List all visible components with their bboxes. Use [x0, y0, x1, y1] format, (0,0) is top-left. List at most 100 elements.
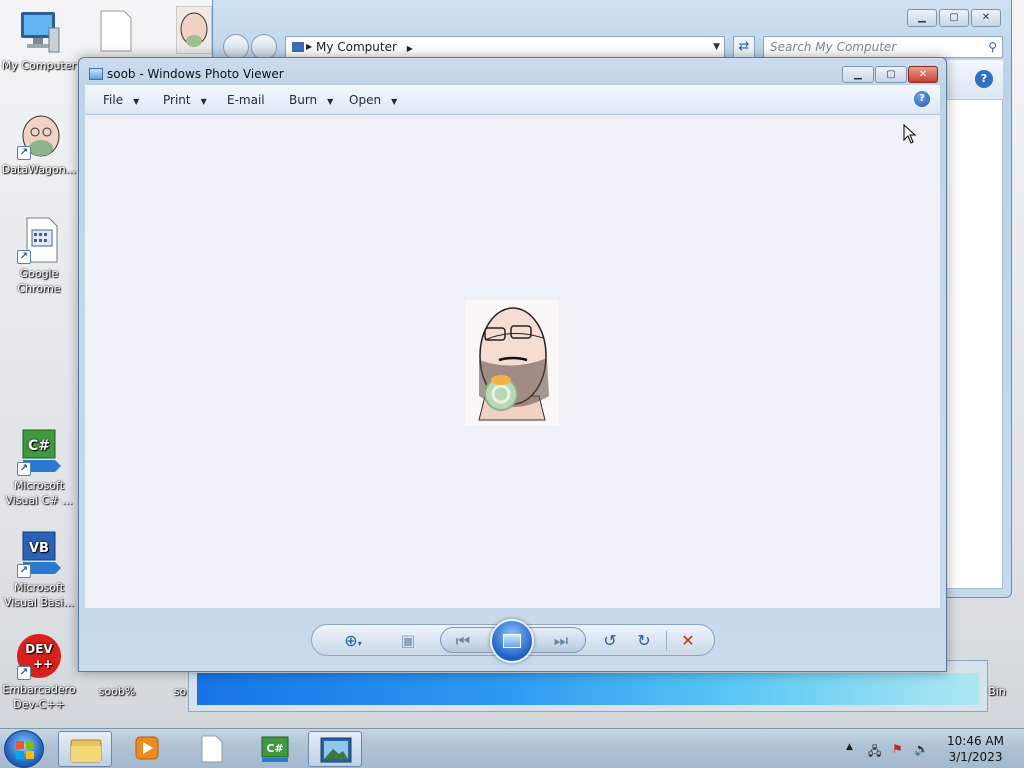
window-title: soob - Windows Photo Viewer	[107, 67, 284, 81]
delete-icon[interactable]: ✕	[676, 629, 700, 653]
slideshow-icon	[503, 634, 521, 648]
devcpp-icon: DEV ++ ↗	[15, 632, 63, 680]
menu-burn[interactable]: Burn ▼	[289, 85, 333, 115]
refresh-button[interactable]: ⇄	[733, 36, 755, 58]
desktop-icon-label: Microsoft Visual C# ...	[5, 479, 73, 507]
desktop-icon-avatar[interactable]	[176, 6, 212, 54]
svg-text:C#: C#	[28, 438, 50, 454]
computer-icon	[292, 42, 304, 52]
desktop-icon-visual-basic[interactable]: VB ↗ Microsoft Visual Basi...	[0, 530, 78, 610]
desktop-icon-devcpp[interactable]: DEV ++ ↗ Embarcadero Dev-C++	[0, 632, 78, 712]
computer-icon	[15, 8, 63, 56]
avatar-icon	[180, 12, 208, 47]
shortcut-arrow-icon: ↗	[17, 564, 31, 578]
chevron-right-icon: ▶	[406, 44, 413, 53]
explorer-caption-buttons: ▁ ▢ ✕	[907, 9, 1001, 27]
minimize-button[interactable]: ▁	[907, 9, 937, 27]
action-center-icon[interactable]: ⚑	[892, 742, 903, 756]
datawagon-icon: ↗	[15, 112, 63, 160]
breadcrumb[interactable]: My Computer	[316, 40, 397, 54]
clock-time: 10:46 AM	[947, 734, 1004, 748]
photo-viewer-icon	[320, 737, 352, 763]
volume-icon[interactable]: 🔊	[914, 742, 929, 756]
chevron-right-icon: ▶	[306, 42, 313, 51]
slideshow-button[interactable]	[490, 619, 534, 663]
desktop-icon-soob[interactable]: soob%	[78, 684, 156, 699]
help-icon[interactable]: ?	[975, 70, 993, 88]
menu-item-label: E-mail	[227, 93, 265, 107]
help-icon[interactable]: ?	[914, 91, 930, 107]
desktop-icon-my-computer[interactable]: My Computer	[0, 8, 78, 73]
image-canvas[interactable]	[85, 115, 940, 608]
menu-email[interactable]: E-mail	[227, 85, 265, 115]
shortcut-arrow-icon: ↗	[17, 146, 31, 160]
minimize-button[interactable]: ▁	[842, 66, 874, 83]
search-placeholder: Search My Computer	[770, 40, 897, 54]
document-icon: ↗	[15, 216, 63, 264]
network-icon[interactable]: 🖧	[868, 742, 881, 763]
clock-date: 3/1/2023	[948, 750, 1003, 764]
visual-csharp-icon: C# ↗	[15, 428, 63, 476]
desktop-icon-label: Embarcadero Dev-C++	[2, 683, 76, 711]
menu-bar: File ▼ Print ▼ E-mail Burn ▼ Open ▼	[85, 85, 940, 115]
visual-basic-icon: VB ↗	[15, 530, 63, 578]
next-icon[interactable]: ⏭	[549, 629, 573, 653]
maximize-button[interactable]: ▢	[875, 66, 907, 83]
desktop-icon-label: DataWagon...	[1, 163, 77, 176]
desktop-icon-label: soob%	[98, 685, 136, 698]
menu-item-label: File	[103, 93, 124, 107]
taskbar-media-player[interactable]	[120, 731, 174, 767]
chevron-down-icon: ▼	[133, 97, 140, 106]
close-button[interactable]: ✕	[971, 9, 1001, 27]
photo-viewer-window[interactable]: soob - Windows Photo Viewer ▁ ▢ ✕ File ▼ …	[78, 57, 947, 672]
maximize-button[interactable]: ▢	[939, 9, 969, 27]
chevron-down-icon: ▼	[391, 97, 398, 106]
chevron-down-icon: ▼	[327, 97, 334, 106]
desktop-icon-datawagon[interactable]: ↗ DataWagon...	[0, 112, 78, 177]
taskbar-visual-csharp[interactable]: C#	[248, 731, 302, 767]
visual-csharp-icon: C#	[261, 736, 289, 762]
taskbar-document[interactable]	[184, 731, 238, 767]
svg-text:DEV: DEV	[25, 642, 53, 656]
folder-icon	[70, 739, 102, 763]
svg-text:VB: VB	[29, 541, 49, 556]
background-app-banner	[197, 673, 979, 705]
chevron-down-icon: ▾	[357, 639, 362, 648]
desktop-icon-blank-document[interactable]	[100, 10, 132, 52]
svg-text:C#: C#	[266, 742, 283, 755]
actual-size-icon[interactable]: ▣	[396, 629, 420, 653]
menu-item-label: Print	[163, 93, 191, 107]
menu-open[interactable]: Open ▼	[349, 85, 397, 115]
shortcut-arrow-icon: ↗	[17, 666, 31, 680]
zoom-icon[interactable]: ⊕▾	[336, 629, 370, 653]
separator	[666, 631, 667, 651]
chevron-down-icon[interactable]: ▼	[713, 37, 720, 57]
menu-print[interactable]: Print ▼	[163, 85, 207, 115]
desktop-icon-google-chrome[interactable]: ↗ Google Chrome	[0, 216, 78, 296]
taskbar-windows-explorer[interactable]	[58, 731, 112, 767]
shortcut-arrow-icon: ↗	[17, 462, 31, 476]
taskbar-photo-viewer[interactable]	[308, 731, 362, 767]
close-button[interactable]: ✕	[908, 66, 938, 83]
desktop-icon-label: Microsoft Visual Basi...	[4, 581, 74, 609]
rotate-counterclockwise-icon[interactable]: ↺	[598, 629, 622, 653]
desktop-icon-label: Google Chrome	[17, 267, 61, 295]
rotate-clockwise-icon[interactable]: ↻	[632, 629, 656, 653]
desktop-icon-label: My Computer	[1, 59, 77, 72]
search-icon[interactable]: ⚲	[988, 37, 997, 57]
desktop-icon-visual-csharp[interactable]: C# ↗ Microsoft Visual C# ...	[0, 428, 78, 508]
previous-icon[interactable]: ⏮	[451, 629, 475, 653]
start-button[interactable]	[4, 730, 44, 768]
clock[interactable]: 10:46 AM 3/1/2023	[947, 733, 1004, 765]
document-icon	[201, 735, 223, 763]
chevron-down-icon: ▼	[200, 97, 207, 106]
viewer-caption-buttons: ▁ ▢ ✕	[842, 66, 938, 83]
show-hidden-icons-button[interactable]: ▲	[846, 742, 853, 752]
search-input[interactable]: Search My Computer ⚲	[763, 36, 1003, 58]
media-player-icon	[135, 736, 159, 760]
menu-file[interactable]: File ▼	[103, 85, 139, 115]
windows-logo-icon	[16, 741, 34, 759]
taskbar: C# ▲ 🖧 ⚑ 🔊 10:46 AM 3/1/2023	[0, 728, 1024, 768]
address-bar[interactable]: ▶ My Computer ▶ ▼	[285, 36, 725, 58]
menu-item-label: Open	[349, 93, 382, 107]
